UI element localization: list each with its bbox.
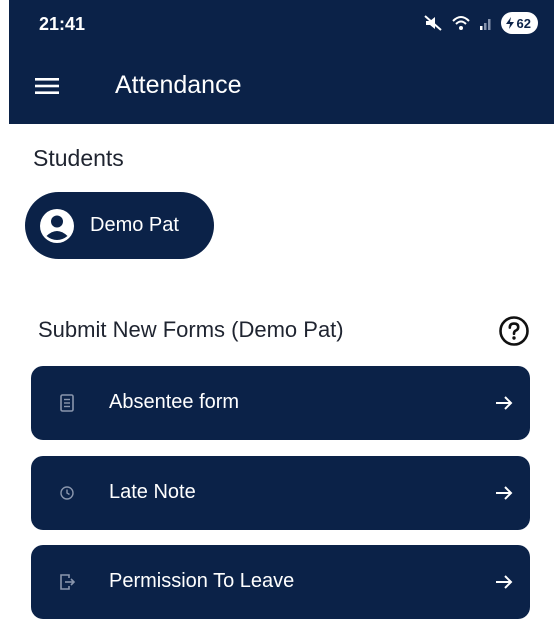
student-chip-demo-pat[interactable]: Demo Pat [25,192,214,259]
battery-level: 62 [516,15,531,31]
absentee-form-button[interactable]: Absentee form [31,366,530,440]
permission-to-leave-label: Permission To Leave [109,570,295,592]
late-note-label: Late Note [109,481,196,503]
submit-forms-heading: Submit New Forms (Demo Pat) [38,317,344,342]
app-bar: Attendance [9,48,554,124]
page-title: Attendance [115,71,242,99]
hamburger-menu-icon[interactable] [31,70,63,102]
account-circle-icon [39,208,75,244]
signal-icon [479,15,493,31]
students-heading: Students [33,145,124,171]
status-icons: 62 [423,12,538,34]
wifi-icon [451,14,471,32]
exit-door-icon [57,572,77,592]
student-name: Demo Pat [90,214,179,236]
battery-icon: 62 [500,12,538,34]
arrow-right-icon [492,570,516,594]
permission-to-leave-button[interactable]: Permission To Leave [31,545,530,619]
mute-icon [423,14,443,32]
arrow-right-icon [492,481,516,505]
clock-icon [57,483,77,503]
help-circle-icon[interactable] [496,313,532,349]
absentee-form-label: Absentee form [109,391,240,413]
status-time: 21:41 [39,14,86,34]
late-note-button[interactable]: Late Note [31,456,530,530]
status-bar: 21:41 62 [9,0,554,48]
left-edge [0,0,9,615]
document-icon [57,393,77,413]
arrow-right-icon [492,391,516,415]
